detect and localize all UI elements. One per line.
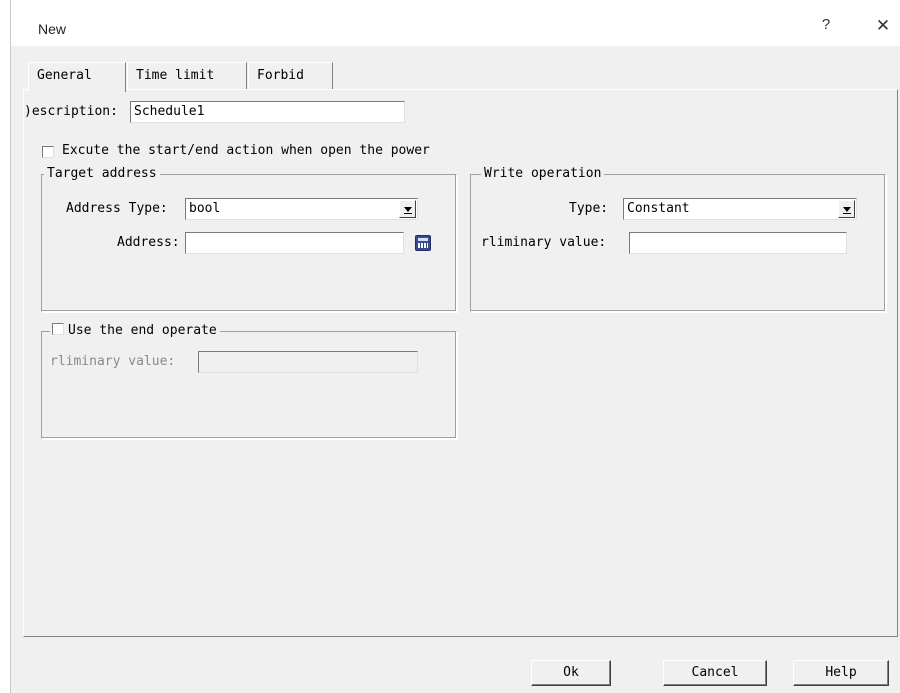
power-action-checkbox[interactable]: [42, 146, 54, 158]
target-address-title: Target address: [44, 166, 160, 181]
preliminary-value-label: rliminary value:: [481, 235, 607, 250]
dialog-window: New ? ✕ General Time limit Forbid )escri…: [10, 0, 900, 693]
type-label: Type:: [569, 201, 609, 216]
end-preliminary-value-label: rliminary value:: [50, 354, 176, 369]
address-type-label: Address Type:: [66, 201, 168, 216]
type-value: Constant: [627, 201, 690, 216]
write-operation-title: Write operation: [481, 166, 605, 181]
description-label: )escription:: [24, 104, 118, 119]
end-operate-label: Use the end operate: [68, 323, 217, 338]
calculator-icon[interactable]: [415, 235, 431, 251]
title-bar: New ? ✕: [11, 0, 900, 46]
address-type-select[interactable]: bool: [185, 198, 418, 220]
end-operate-group: Use the end operate rliminary value:: [41, 323, 457, 439]
help-icon[interactable]: ?: [811, 16, 841, 38]
ok-button[interactable]: Ok: [531, 660, 611, 686]
end-operate-checkbox[interactable]: [52, 323, 64, 335]
tab-time-limit[interactable]: Time limit: [127, 62, 247, 90]
preliminary-value-input[interactable]: [629, 232, 847, 254]
end-operate-title: Use the end operate: [50, 323, 220, 338]
window-title: New: [38, 21, 67, 37]
write-operation-group: Write operation Type: Constant rliminary…: [470, 166, 886, 312]
close-icon[interactable]: ✕: [868, 16, 898, 38]
power-action-label: Excute the start/end action when open th…: [62, 143, 430, 158]
type-select[interactable]: Constant: [623, 198, 857, 220]
address-input[interactable]: [185, 232, 404, 254]
general-tab-panel: )escription: Schedule1 Excute the start/…: [23, 89, 898, 637]
address-type-value: bool: [189, 201, 221, 216]
end-preliminary-value-input: [198, 351, 418, 373]
chevron-down-icon[interactable]: [399, 200, 416, 218]
description-input[interactable]: Schedule1: [130, 101, 405, 123]
tab-general[interactable]: General: [28, 62, 126, 92]
chevron-down-icon[interactable]: [838, 200, 855, 218]
tab-forbid[interactable]: Forbid: [248, 62, 333, 90]
address-label: Address:: [117, 235, 180, 250]
help-button[interactable]: Help: [793, 660, 889, 686]
target-address-group: Target address Address Type: bool Addres…: [41, 166, 457, 312]
cancel-button[interactable]: Cancel: [663, 660, 767, 686]
